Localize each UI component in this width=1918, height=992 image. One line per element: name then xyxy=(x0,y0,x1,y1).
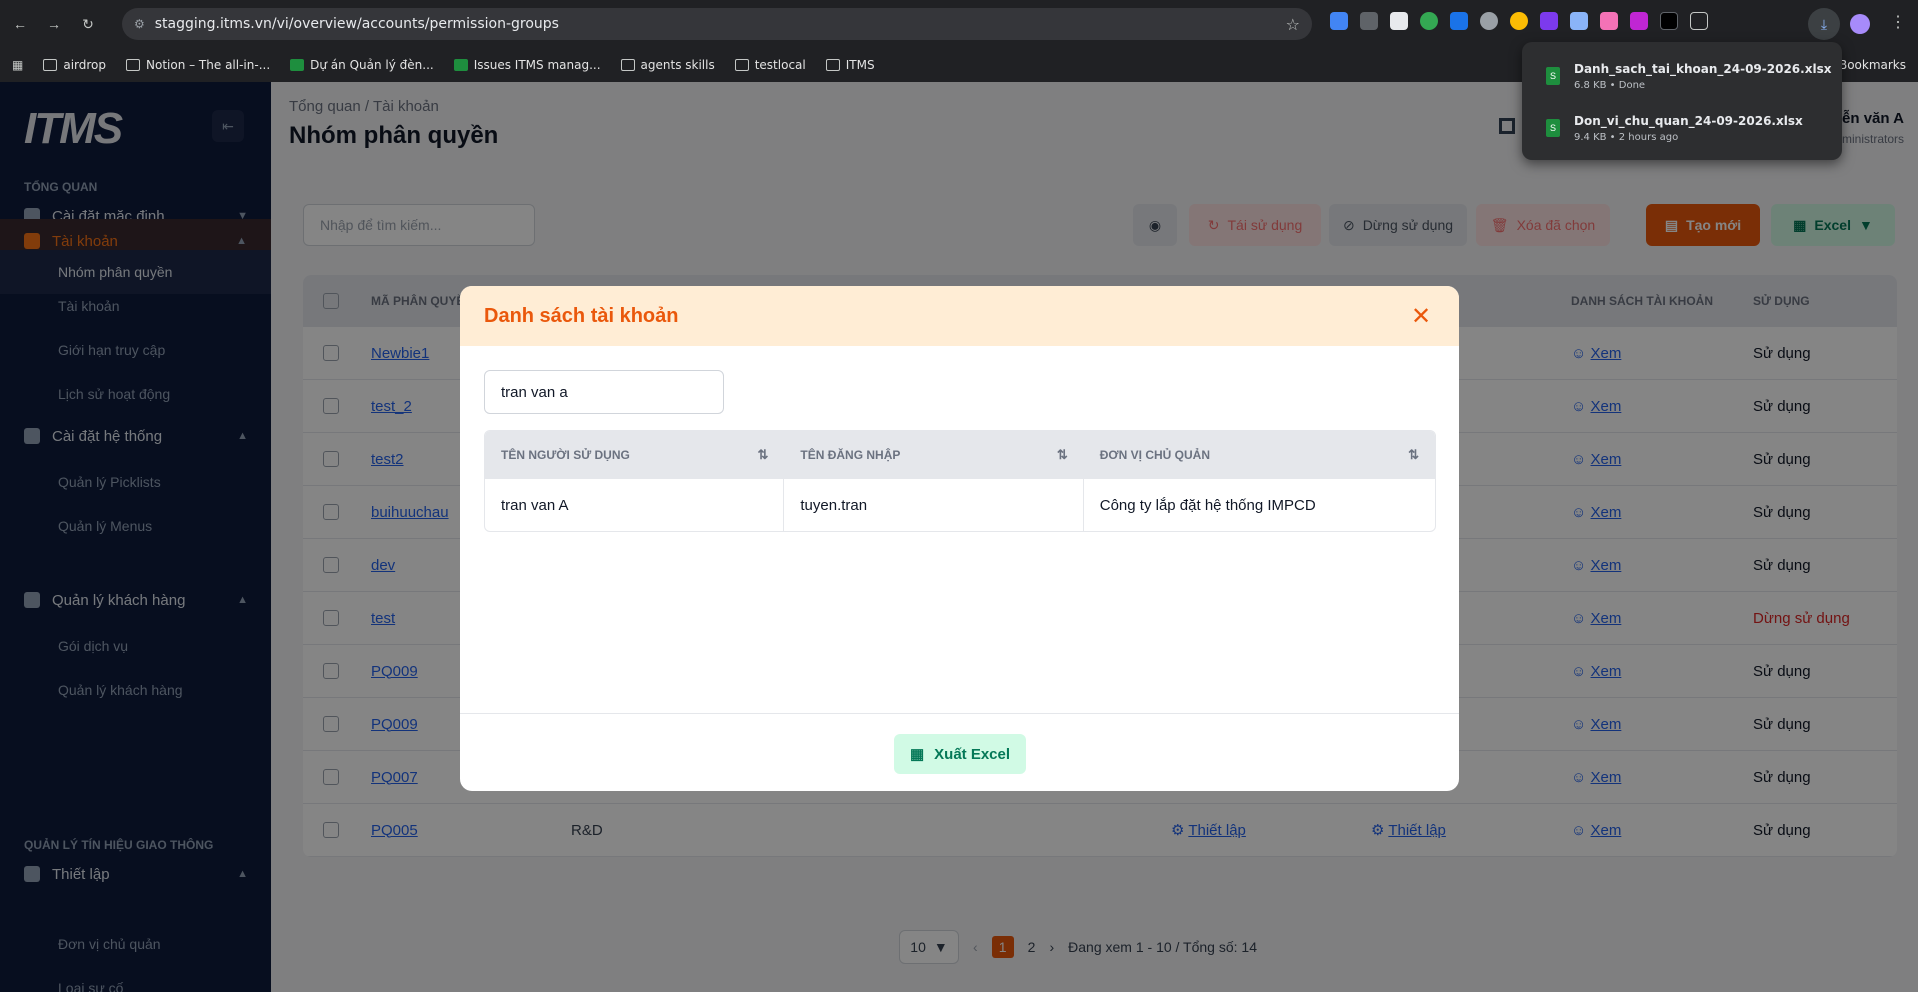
sheet-icon xyxy=(290,59,305,71)
modal-footer-divider xyxy=(460,713,1459,714)
bookmark-label: agents skills xyxy=(640,58,715,72)
button-label: Xuất Excel xyxy=(934,745,1011,763)
bookmark-label: airdrop xyxy=(63,58,106,72)
export-excel-button[interactable]: ▦ Xuất Excel xyxy=(894,734,1026,774)
bookmark-link[interactable]: Notion – The all-in-... xyxy=(126,58,270,72)
menu-icon[interactable]: ⋮ xyxy=(1890,12,1906,32)
sheet-file-icon: S xyxy=(1546,67,1560,85)
column-header-owner-unit[interactable]: ĐƠN VỊ CHỦ QUẢN ⇅ xyxy=(1084,431,1435,479)
extension-icon[interactable] xyxy=(1420,12,1438,30)
modal-accounts-table: TÊN NGƯỜI SỬ DỤNG ⇅ TÊN ĐĂNG NHẬP ⇅ ĐƠN VỊ… xyxy=(484,430,1436,532)
extension-icon[interactable] xyxy=(1330,12,1348,30)
column-label: TÊN NGƯỜI SỬ DỤNG xyxy=(501,448,630,462)
notion-icon xyxy=(126,59,140,71)
folder-icon xyxy=(43,59,58,71)
excel-icon: ▦ xyxy=(909,746,925,763)
extension-icon[interactable] xyxy=(1360,12,1378,30)
cell-login-name: tuyen.tran xyxy=(784,479,1084,531)
close-icon[interactable]: ✕ xyxy=(1407,302,1435,330)
cell-user-name: tran van A xyxy=(485,479,785,531)
download-info: Danh_sach_tai_khoan_24-09-2026.xlsx 6.8 K… xyxy=(1574,62,1831,91)
download-item[interactable]: S Don_vi_chu_quan_24-09-2026.xlsx 9.4 KB … xyxy=(1522,102,1842,154)
folder-icon xyxy=(734,59,749,71)
column-label: ĐƠN VỊ CHỦ QUẢN xyxy=(1099,448,1210,462)
extension-icon[interactable] xyxy=(1630,12,1648,30)
reload-icon[interactable]: ↻ xyxy=(74,10,102,38)
bookmark-link[interactable]: Issues ITMS manag... xyxy=(453,58,601,72)
download-filename: Danh_sach_tai_khoan_24-09-2026.xlsx xyxy=(1574,61,1832,76)
download-info: Don_vi_chu_quan_24-09-2026.xlsx 9.4 KB • … xyxy=(1574,114,1803,143)
sheet-file-icon: S xyxy=(1546,119,1560,137)
bookmark-folder[interactable]: testlocal xyxy=(734,58,806,72)
terminal-icon[interactable] xyxy=(1660,12,1678,30)
bookmark-label: testlocal xyxy=(754,58,806,72)
modal-title: Danh sách tài khoản xyxy=(484,304,679,327)
eyedropper-icon[interactable] xyxy=(1570,12,1588,30)
extension-icon[interactable] xyxy=(1600,12,1618,30)
cell-owner-unit: Công ty lắp đặt hệ thống IMPCD xyxy=(1099,496,1316,514)
folder-icon xyxy=(825,59,840,71)
sort-icon[interactable]: ⇅ xyxy=(1057,447,1068,463)
sheet-icon xyxy=(453,59,468,71)
forward-icon[interactable]: → xyxy=(40,10,68,38)
folder-icon xyxy=(620,59,635,71)
url-text: stagging.itms.vn/vi/overview/accounts/pe… xyxy=(154,16,559,32)
column-label: TÊN ĐĂNG NHẬP xyxy=(800,448,901,462)
modal-header: Danh sách tài khoản xyxy=(460,286,1459,346)
download-meta: 9.4 KB • 2 hours ago xyxy=(1574,131,1679,143)
modal-table-header: TÊN NGƯỜI SỬ DỤNG ⇅ TÊN ĐĂNG NHẬP ⇅ ĐƠN VỊ… xyxy=(485,431,1435,479)
column-header-user-name[interactable]: TÊN NGƯỜI SỬ DỤNG ⇅ xyxy=(485,431,784,479)
sort-icon[interactable]: ⇅ xyxy=(1408,447,1419,463)
address-bar[interactable]: ⚙ stagging.itms.vn/vi/overview/accounts/… xyxy=(122,8,1312,40)
qr-icon[interactable] xyxy=(1390,12,1408,30)
puzzle-icon[interactable] xyxy=(1690,12,1708,30)
downloads-popup: S Danh_sach_tai_khoan_24-09-2026.xlsx 6.8… xyxy=(1522,42,1842,160)
apps-icon[interactable]: ▦ xyxy=(12,58,23,72)
bookmark-folder[interactable]: ITMS xyxy=(825,58,875,72)
profile-avatar[interactable] xyxy=(1850,14,1870,34)
download-icon[interactable]: ⤓ xyxy=(1808,8,1840,40)
sort-icon[interactable]: ⇅ xyxy=(757,447,768,463)
accounts-modal: Danh sách tài khoản ✕ TÊN NGƯỜI SỬ DỤNG ⇅… xyxy=(460,286,1459,791)
back-icon[interactable]: ← xyxy=(6,10,34,38)
extension-icon[interactable] xyxy=(1540,12,1558,30)
bookmark-folder[interactable]: airdrop xyxy=(43,58,106,72)
bookmark-folder[interactable]: agents skills xyxy=(620,58,715,72)
bookmark-label: Issues ITMS manag... xyxy=(473,58,601,72)
modal-search-input[interactable] xyxy=(484,370,724,414)
bookmark-label: Notion – The all-in-... xyxy=(146,58,271,72)
table-row: tran van A tuyen.tran Công ty lắp đặt hệ… xyxy=(485,479,1435,531)
download-filename: Don_vi_chu_quan_24-09-2026.xlsx xyxy=(1574,113,1803,128)
bookmark-label: Dự án Quản lý đèn... xyxy=(310,58,434,72)
bookmark-link[interactable]: Dự án Quản lý đèn... xyxy=(290,58,434,72)
browser-toolbar: ← → ↻ ⚙ stagging.itms.vn/vi/overview/acc… xyxy=(0,0,1918,48)
extension-icon[interactable] xyxy=(1480,12,1498,30)
column-header-login-name[interactable]: TÊN ĐĂNG NHẬP ⇅ xyxy=(784,431,1083,479)
extension-icon[interactable] xyxy=(1510,12,1528,30)
site-info-icon[interactable]: ⚙ xyxy=(134,17,145,31)
extension-icon[interactable] xyxy=(1450,12,1468,30)
bookmark-star-icon[interactable]: ☆ xyxy=(1286,15,1300,34)
download-meta: 6.8 KB • Done xyxy=(1574,79,1646,91)
download-item[interactable]: S Danh_sach_tai_khoan_24-09-2026.xlsx 6.8… xyxy=(1522,50,1842,102)
extensions xyxy=(1330,12,1708,30)
bookmark-label: ITMS xyxy=(845,58,875,72)
